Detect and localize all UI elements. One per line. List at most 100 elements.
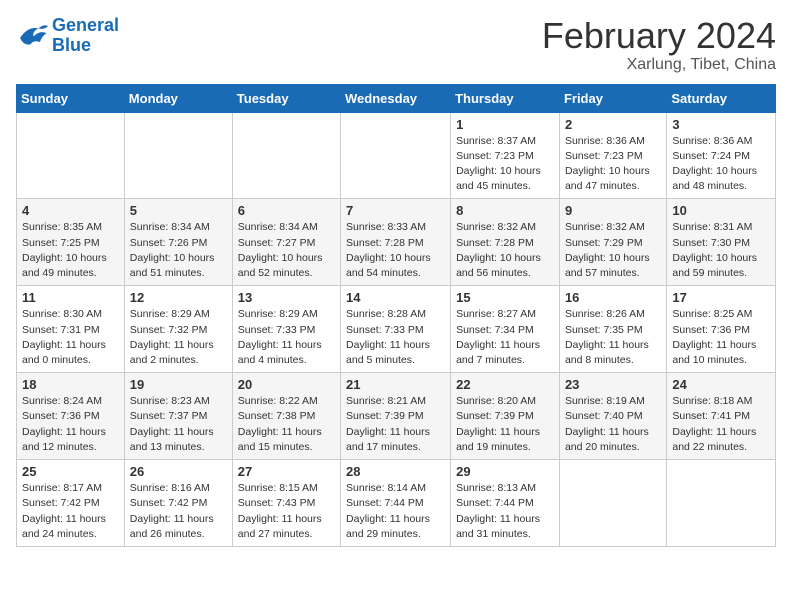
calendar-cell: 27 Sunrise: 8:15 AM Sunset: 7:43 PM Dayli… (232, 460, 340, 547)
day-number: 27 (238, 464, 335, 479)
day-info: Sunrise: 8:28 AM Sunset: 7:33 PM Dayligh… (346, 307, 445, 368)
day-info: Sunrise: 8:34 AM Sunset: 7:26 PM Dayligh… (130, 220, 227, 281)
calendar-cell: 17Sunrise: 8:25 AM Sunset: 7:36 PM Dayli… (667, 286, 776, 373)
calendar-week-row: 4 Sunrise: 8:35 AM Sunset: 7:25 PM Daylig… (17, 199, 776, 286)
day-number: 4 (22, 203, 119, 218)
calendar-week-row: 1 Sunrise: 8:37 AM Sunset: 7:23 PM Daylig… (17, 112, 776, 199)
logo: General Blue (16, 16, 119, 56)
weekday-header-thursday: Thursday (451, 84, 560, 112)
calendar-cell: 22Sunrise: 8:20 AM Sunset: 7:39 PM Dayli… (451, 373, 560, 460)
logo-icon (16, 22, 48, 50)
day-info: Sunrise: 8:22 AM Sunset: 7:38 PM Dayligh… (238, 394, 335, 455)
day-info: Sunrise: 8:33 AM Sunset: 7:28 PM Dayligh… (346, 220, 445, 281)
calendar-table: SundayMondayTuesdayWednesdayThursdayFrid… (16, 84, 776, 547)
calendar-week-row: 11 Sunrise: 8:30 AM Sunset: 7:31 PM Dayli… (17, 286, 776, 373)
calendar-cell: 19 Sunrise: 8:23 AM Sunset: 7:37 PM Dayli… (124, 373, 232, 460)
day-number: 24 (672, 377, 770, 392)
day-number: 7 (346, 203, 445, 218)
page-subtitle: Xarlung, Tibet, China (542, 56, 776, 74)
weekday-header-monday: Monday (124, 84, 232, 112)
day-info: Sunrise: 8:29 AM Sunset: 7:32 PM Dayligh… (130, 307, 227, 368)
day-info: Sunrise: 8:14 AM Sunset: 7:44 PM Dayligh… (346, 481, 445, 542)
calendar-cell: 14 Sunrise: 8:28 AM Sunset: 7:33 PM Dayli… (341, 286, 451, 373)
day-number: 26 (130, 464, 227, 479)
day-number: 15 (456, 290, 554, 305)
calendar-week-row: 25 Sunrise: 8:17 AM Sunset: 7:42 PM Dayli… (17, 460, 776, 547)
day-number: 13 (238, 290, 335, 305)
day-number: 14 (346, 290, 445, 305)
calendar-cell: 11 Sunrise: 8:30 AM Sunset: 7:31 PM Dayli… (17, 286, 125, 373)
day-number: 6 (238, 203, 335, 218)
calendar-cell (124, 112, 232, 199)
calendar-cell: 25 Sunrise: 8:17 AM Sunset: 7:42 PM Dayli… (17, 460, 125, 547)
calendar-cell: 16 Sunrise: 8:26 AM Sunset: 7:35 PM Dayli… (559, 286, 666, 373)
calendar-cell (232, 112, 340, 199)
day-info: Sunrise: 8:36 AM Sunset: 7:23 PM Dayligh… (565, 134, 661, 195)
calendar-cell: 6 Sunrise: 8:34 AM Sunset: 7:27 PM Daylig… (232, 199, 340, 286)
title-block: February 2024 Xarlung, Tibet, China (542, 16, 776, 74)
calendar-cell: 8 Sunrise: 8:32 AM Sunset: 7:28 PM Daylig… (451, 199, 560, 286)
day-number: 25 (22, 464, 119, 479)
day-info: Sunrise: 8:37 AM Sunset: 7:23 PM Dayligh… (456, 134, 554, 195)
weekday-header-sunday: Sunday (17, 84, 125, 112)
day-info: Sunrise: 8:36 AM Sunset: 7:24 PM Dayligh… (672, 134, 770, 195)
calendar-cell (667, 460, 776, 547)
day-number: 29 (456, 464, 554, 479)
day-number: 5 (130, 203, 227, 218)
calendar-cell: 21 Sunrise: 8:21 AM Sunset: 7:39 PM Dayli… (341, 373, 451, 460)
day-info: Sunrise: 8:17 AM Sunset: 7:42 PM Dayligh… (22, 481, 119, 542)
day-number: 2 (565, 117, 661, 132)
calendar-week-row: 18 Sunrise: 8:24 AM Sunset: 7:36 PM Dayli… (17, 373, 776, 460)
day-number: 16 (565, 290, 661, 305)
calendar-cell: 12Sunrise: 8:29 AM Sunset: 7:32 PM Dayli… (124, 286, 232, 373)
weekday-header-tuesday: Tuesday (232, 84, 340, 112)
day-info: Sunrise: 8:32 AM Sunset: 7:28 PM Dayligh… (456, 220, 554, 281)
calendar-cell (17, 112, 125, 199)
day-number: 17 (672, 290, 770, 305)
day-info: Sunrise: 8:24 AM Sunset: 7:36 PM Dayligh… (22, 394, 119, 455)
day-number: 21 (346, 377, 445, 392)
day-number: 19 (130, 377, 227, 392)
calendar-cell: 23Sunrise: 8:19 AM Sunset: 7:40 PM Dayli… (559, 373, 666, 460)
day-number: 20 (238, 377, 335, 392)
day-info: Sunrise: 8:30 AM Sunset: 7:31 PM Dayligh… (22, 307, 119, 368)
weekday-header-row: SundayMondayTuesdayWednesdayThursdayFrid… (17, 84, 776, 112)
calendar-cell: 15Sunrise: 8:27 AM Sunset: 7:34 PM Dayli… (451, 286, 560, 373)
calendar-cell: 24Sunrise: 8:18 AM Sunset: 7:41 PM Dayli… (667, 373, 776, 460)
calendar-cell: 20 Sunrise: 8:22 AM Sunset: 7:38 PM Dayli… (232, 373, 340, 460)
calendar-cell: 4 Sunrise: 8:35 AM Sunset: 7:25 PM Daylig… (17, 199, 125, 286)
day-number: 18 (22, 377, 119, 392)
calendar-cell: 26 Sunrise: 8:16 AM Sunset: 7:42 PM Dayli… (124, 460, 232, 547)
day-number: 8 (456, 203, 554, 218)
calendar-cell: 28 Sunrise: 8:14 AM Sunset: 7:44 PM Dayli… (341, 460, 451, 547)
calendar-cell (559, 460, 666, 547)
day-info: Sunrise: 8:20 AM Sunset: 7:39 PM Dayligh… (456, 394, 554, 455)
day-info: Sunrise: 8:15 AM Sunset: 7:43 PM Dayligh… (238, 481, 335, 542)
calendar-cell: 13 Sunrise: 8:29 AM Sunset: 7:33 PM Dayli… (232, 286, 340, 373)
calendar-cell: 1 Sunrise: 8:37 AM Sunset: 7:23 PM Daylig… (451, 112, 560, 199)
page-header: General Blue February 2024 Xarlung, Tibe… (16, 16, 776, 74)
calendar-cell: 5 Sunrise: 8:34 AM Sunset: 7:26 PM Daylig… (124, 199, 232, 286)
calendar-cell: 2 Sunrise: 8:36 AM Sunset: 7:23 PM Daylig… (559, 112, 666, 199)
day-info: Sunrise: 8:26 AM Sunset: 7:35 PM Dayligh… (565, 307, 661, 368)
logo-text: General Blue (52, 16, 119, 56)
page-title: February 2024 (542, 16, 776, 56)
day-info: Sunrise: 8:23 AM Sunset: 7:37 PM Dayligh… (130, 394, 227, 455)
day-info: Sunrise: 8:29 AM Sunset: 7:33 PM Dayligh… (238, 307, 335, 368)
day-number: 3 (672, 117, 770, 132)
day-info: Sunrise: 8:21 AM Sunset: 7:39 PM Dayligh… (346, 394, 445, 455)
weekday-header-friday: Friday (559, 84, 666, 112)
weekday-header-saturday: Saturday (667, 84, 776, 112)
day-number: 9 (565, 203, 661, 218)
day-info: Sunrise: 8:19 AM Sunset: 7:40 PM Dayligh… (565, 394, 661, 455)
day-info: Sunrise: 8:16 AM Sunset: 7:42 PM Dayligh… (130, 481, 227, 542)
day-number: 11 (22, 290, 119, 305)
calendar-cell: 3 Sunrise: 8:36 AM Sunset: 7:24 PM Daylig… (667, 112, 776, 199)
day-number: 28 (346, 464, 445, 479)
day-info: Sunrise: 8:13 AM Sunset: 7:44 PM Dayligh… (456, 481, 554, 542)
day-info: Sunrise: 8:32 AM Sunset: 7:29 PM Dayligh… (565, 220, 661, 281)
day-info: Sunrise: 8:35 AM Sunset: 7:25 PM Dayligh… (22, 220, 119, 281)
day-info: Sunrise: 8:31 AM Sunset: 7:30 PM Dayligh… (672, 220, 770, 281)
day-number: 1 (456, 117, 554, 132)
day-info: Sunrise: 8:34 AM Sunset: 7:27 PM Dayligh… (238, 220, 335, 281)
